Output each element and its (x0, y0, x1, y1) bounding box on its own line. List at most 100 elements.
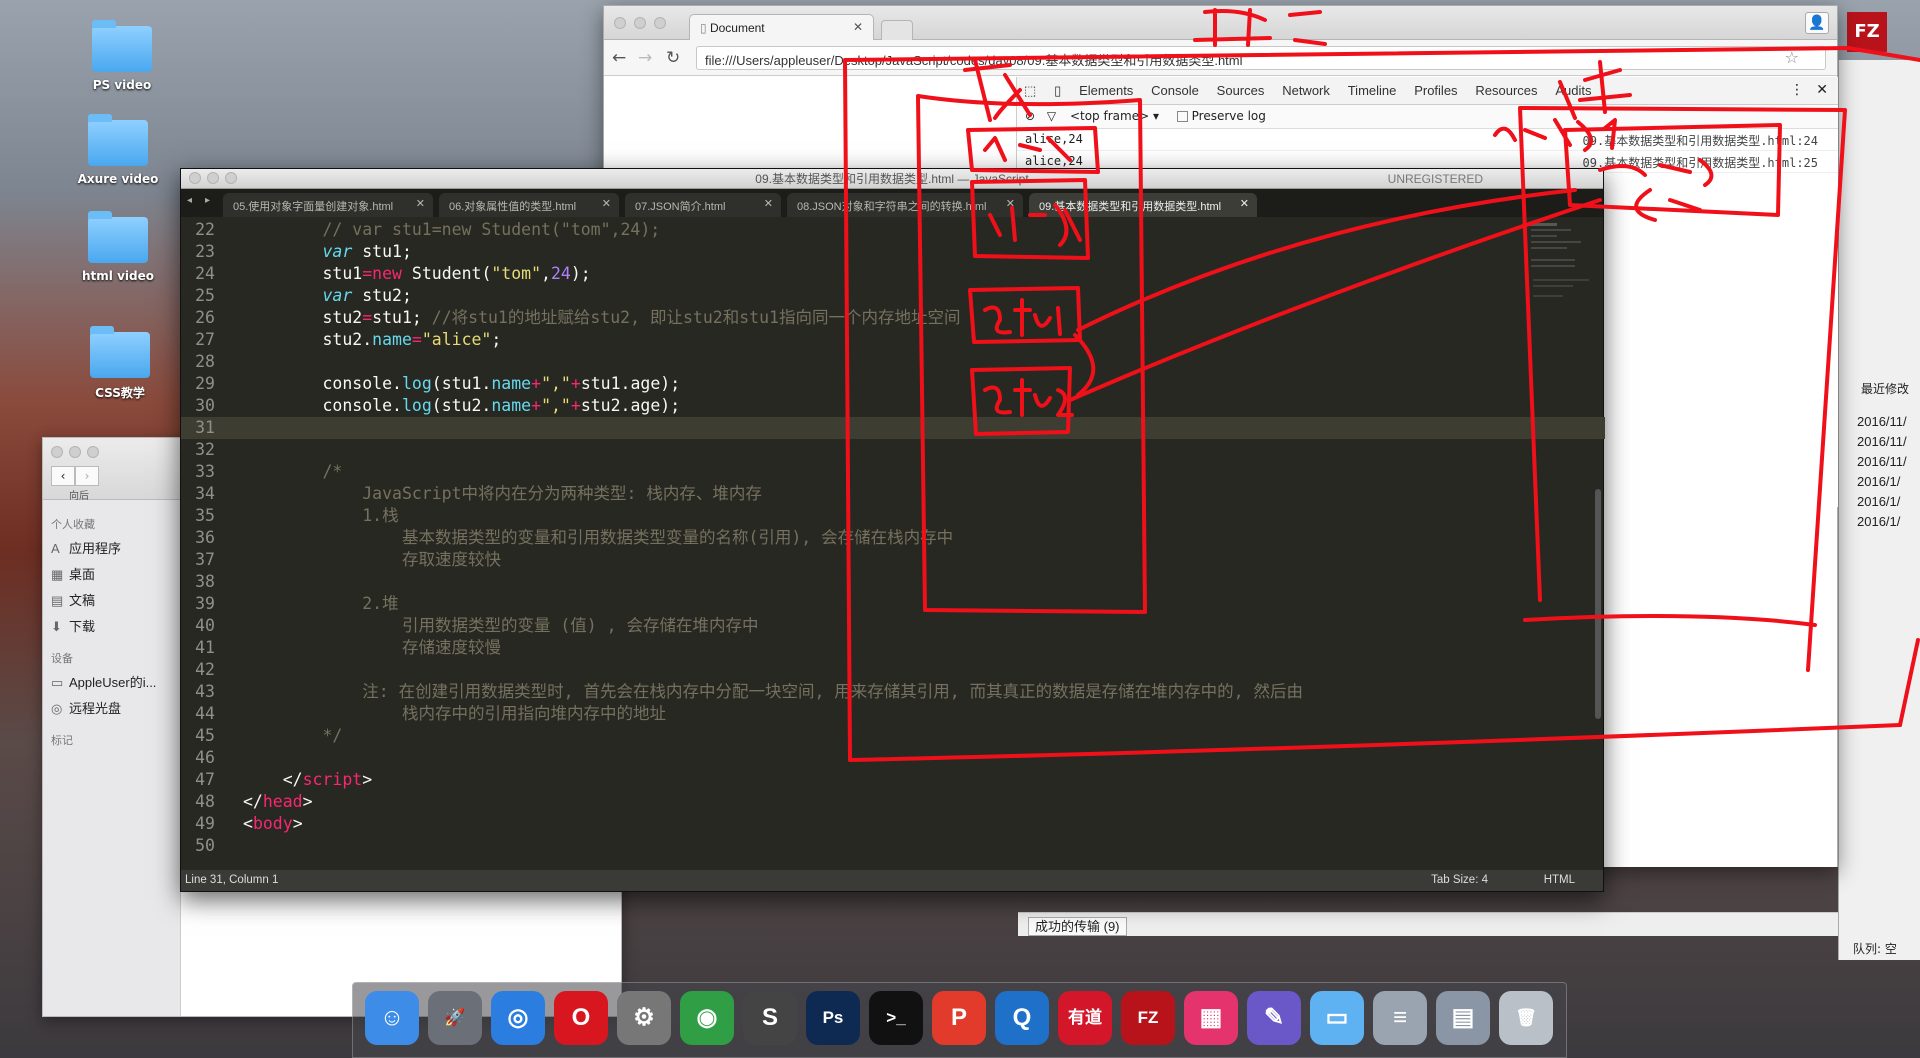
list-item[interactable]: 2016/11/ (1857, 412, 1907, 432)
code-line[interactable]: 33 /* (181, 461, 1605, 483)
console-source-link[interactable]: 09.基本数据类型和引用数据类型.html:24 (1583, 132, 1818, 149)
code-line[interactable]: 43 注: 在创建引用数据类型时, 首先会在栈内存中分配一块空间, 用来存储其引… (181, 681, 1605, 703)
frame-select[interactable]: <top frame> (1070, 109, 1149, 123)
code-line[interactable]: 41 存储速度较慢 (181, 637, 1605, 659)
code-line[interactable]: 37 存取速度较快 (181, 549, 1605, 571)
tab-size-setting[interactable]: Tab Size: 4 (1431, 870, 1488, 891)
sidebar-item-applications[interactable]: A 应用程序 (51, 536, 180, 562)
editor-tab[interactable]: 06.对象属性值的类型.html ✕ (439, 193, 619, 217)
sublime-text-icon[interactable]: S (743, 991, 797, 1045)
minimize-window-button[interactable] (69, 446, 81, 458)
preview-icon[interactable]: ✎ (1247, 991, 1301, 1045)
close-tab-icon[interactable]: ✕ (416, 197, 425, 210)
close-tab-icon[interactable]: ✕ (1006, 197, 1015, 210)
editor-scrollbar[interactable] (1595, 489, 1601, 719)
desktop-icon-css[interactable]: CSS教学 (60, 326, 180, 401)
chrome-icon[interactable]: ◉ (680, 991, 734, 1045)
tab-resources[interactable]: Resources (1468, 77, 1544, 105)
list-item[interactable]: 2016/11/ (1857, 432, 1907, 452)
code-line[interactable]: 25 var stu2; (181, 285, 1605, 307)
reload-icon[interactable]: ↻ (666, 48, 680, 68)
code-line[interactable]: 24 stu1=new Student("tom",24); (181, 263, 1605, 285)
code-line[interactable]: 30 console.log(stu2.name+","+stu2.age); (181, 395, 1605, 417)
code-line[interactable]: 44 栈内存中的引用指向堆内存中的地址 (181, 703, 1605, 725)
tab-successful-transfers[interactable]: 成功的传输 (9) (1028, 917, 1127, 936)
close-window-button[interactable] (51, 446, 63, 458)
tab-network[interactable]: Network (1275, 77, 1337, 105)
sidebar-item-computer[interactable]: ▭ AppleUser的i... (51, 670, 180, 696)
user-profile-icon[interactable]: 👤 (1805, 12, 1829, 34)
photoshop-icon[interactable]: Ps (806, 991, 860, 1045)
code-line[interactable]: 36 基本数据类型的变量和引用数据类型变量的名称(引用), 会存储在栈内存中 (181, 527, 1605, 549)
code-line[interactable]: 34 JavaScript中将内在分为两种类型: 栈内存、堆内存 (181, 483, 1605, 505)
back-arrow-icon[interactable]: ← (612, 48, 626, 68)
code-line[interactable]: 29 console.log(stu1.name+","+stu1.age); (181, 373, 1605, 395)
code-line[interactable]: 46 (181, 747, 1605, 769)
folder-icon[interactable]: ▭ (1310, 991, 1364, 1045)
sidebar-item-remote-disc[interactable]: ◎ 远程光盘 (51, 696, 180, 722)
sidebar-item-desktop[interactable]: ▦ 桌面 (51, 562, 180, 588)
editor-tab[interactable]: 05.使用对象字面量创建对象.html ✕ (223, 193, 433, 217)
code-editor[interactable]: 22 // var stu1=new Student("tom",24); 23 … (181, 217, 1605, 872)
screenshots-icon[interactable]: ▤ (1436, 991, 1490, 1045)
inspect-element-icon[interactable]: ⬚ (1017, 77, 1043, 105)
close-tab-icon[interactable]: ✕ (1240, 197, 1249, 210)
code-line[interactable]: 27 stu2.name="alice"; (181, 329, 1605, 351)
opera-icon[interactable]: O (554, 991, 608, 1045)
launchpad-icon[interactable]: 🚀 (428, 991, 482, 1045)
code-line[interactable]: 22 // var stu1=new Student("tom",24); (181, 219, 1605, 241)
preserve-log-checkbox[interactable] (1176, 111, 1188, 122)
editor-tab[interactable]: 07.JSON简介.html ✕ (625, 193, 781, 217)
close-window-button[interactable] (614, 17, 626, 29)
back-button[interactable]: ‹ (51, 466, 75, 486)
list-item[interactable]: 2016/11/ (1857, 452, 1907, 472)
code-line[interactable]: 40 引用数据类型的变量 (值) , 会存储在堆内存中 (181, 615, 1605, 637)
code-line[interactable]: 26 stu2=stu1; //将stu1的地址赋给stu2, 即让stu2和s… (181, 307, 1605, 329)
youdao-icon[interactable]: 有道 (1058, 991, 1112, 1045)
close-tab-icon[interactable]: ✕ (602, 197, 611, 210)
code-line[interactable]: 50 (181, 835, 1605, 857)
sidebar-item-downloads[interactable]: ⬇ 下载 (51, 614, 180, 640)
forward-button[interactable]: › (75, 466, 99, 486)
new-tab-button[interactable] (881, 20, 913, 40)
code-line[interactable]: 35 1.栈 (181, 505, 1605, 527)
syntax-setting[interactable]: HTML (1544, 870, 1575, 891)
tab-elements[interactable]: Elements (1072, 77, 1140, 105)
sidebar-item-documents[interactable]: ▤ 文稿 (51, 588, 180, 614)
code-line[interactable]: 45 */ (181, 725, 1605, 747)
code-line[interactable]: 38 (181, 571, 1605, 593)
desktop-icon-ps-video[interactable]: PS video (62, 20, 182, 92)
desktop-icon-html-video[interactable]: html video (58, 211, 178, 283)
finder-icon[interactable]: ☺ (365, 991, 419, 1045)
code-line[interactable]: 23 var stu1; (181, 241, 1605, 263)
device-mode-icon[interactable]: ▯ (1047, 77, 1068, 105)
clear-console-icon[interactable]: ⊘ (1025, 109, 1035, 123)
tab-audits[interactable]: Audits (1548, 77, 1598, 105)
browser-tab[interactable]: ▯ Document ✕ (689, 14, 874, 41)
close-devtools-icon[interactable]: ✕ (1816, 82, 1828, 98)
terminal-icon[interactable]: >_ (869, 991, 923, 1045)
close-window-button[interactable] (189, 172, 201, 184)
minimap[interactable] (1523, 219, 1593, 339)
url-input[interactable]: file:///Users/appleuser/Desktop/JavaScri… (696, 46, 1826, 70)
ftp-column-header[interactable]: 最近修改 (1861, 380, 1909, 397)
devtools-menu-icon[interactable]: ⋮ (1790, 82, 1804, 98)
tab-sources[interactable]: Sources (1210, 77, 1272, 105)
forward-arrow-icon[interactable]: → (638, 48, 652, 68)
close-tab-icon[interactable]: ✕ (764, 197, 773, 210)
tab-timeline[interactable]: Timeline (1341, 77, 1404, 105)
system-preferences-icon[interactable]: ⚙ (617, 991, 671, 1045)
tab-scroll-right-icon[interactable]: ▸ (205, 195, 210, 206)
editor-tab[interactable]: 08.JSON对象和字符串之间的转换.html ✕ (787, 193, 1023, 217)
list-item[interactable]: 2016/1/ (1857, 512, 1907, 532)
list-item[interactable]: 2016/1/ (1857, 472, 1907, 492)
console-source-link[interactable]: 09.基本数据类型和引用数据类型.html:25 (1583, 154, 1818, 171)
desktop-icon-axure-video[interactable]: Axure video (58, 114, 178, 186)
zoom-window-button[interactable] (87, 446, 99, 458)
wps-icon[interactable]: P (932, 991, 986, 1045)
bookmark-star-icon[interactable]: ☆ (1785, 48, 1799, 67)
zoom-window-button[interactable] (225, 172, 237, 184)
code-line[interactable]: 48 </head> (181, 791, 1605, 813)
list-item[interactable]: 2016/1/ (1857, 492, 1907, 512)
document-icon[interactable]: ≡ (1373, 991, 1427, 1045)
